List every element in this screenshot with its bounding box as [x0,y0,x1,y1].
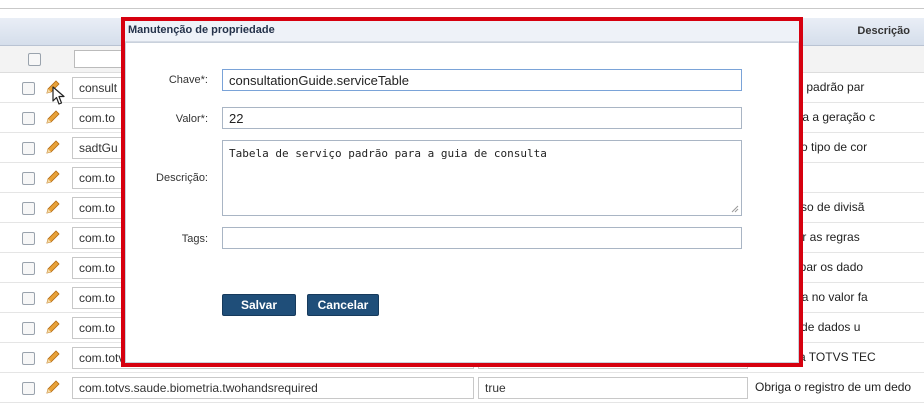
value-field[interactable]: 22 [222,107,742,129]
resize-grip-icon[interactable] [731,205,739,213]
key-cell-text: consult [79,81,118,95]
dialog-title-bar: Manutenção de propriedade [125,21,799,42]
key-cell-text: com.to [79,321,116,335]
row-checkbox[interactable] [22,172,35,185]
key-field-value: consultationGuide.serviceTable [229,73,409,88]
pencil-icon[interactable] [44,289,62,305]
tags-field[interactable] [222,227,742,249]
select-all-checkbox[interactable] [28,53,41,66]
row-checkbox[interactable] [22,352,35,365]
key-cell[interactable]: com.totvs.saude.biometria.twohandsrequir… [72,377,474,399]
pencil-icon[interactable] [44,349,62,365]
key-cell-text: com.to [79,291,116,305]
row-checkbox[interactable] [22,202,35,215]
key-cell-text: com.to [79,201,116,215]
key-cell-text: com.to [79,231,116,245]
key-cell-text: com.to [79,261,116,275]
dialog-body: Chave*: consultationGuide.serviceTable V… [125,42,799,363]
dialog-title: Manutenção de propriedade [128,24,275,36]
pencil-icon[interactable] [44,139,62,155]
table-row[interactable]: com.totvs.saude.biometria.twohandsrequir… [0,373,924,403]
save-button[interactable]: Salvar [222,294,296,316]
value-field-value: 22 [229,111,244,126]
row-checkbox[interactable] [22,232,35,245]
cancel-button[interactable]: Cancelar [307,294,379,316]
pencil-icon[interactable] [44,109,62,125]
key-cell-text: sadtGu [79,141,118,155]
description-cell-text: Obriga o registro de um dedo [755,380,912,394]
key-label: Chave*: [168,74,208,86]
key-cell-text: com.totvs.saude.biometria.twohandsrequir… [79,381,318,395]
description-textarea-value: Tabela de serviço padrão para a guia de … [229,147,547,160]
key-field[interactable]: consultationGuide.serviceTable [222,69,742,91]
pencil-icon[interactable] [44,259,62,275]
key-cell-text: com.to [79,171,116,185]
description-label: Descrição: [156,172,208,184]
row-checkbox[interactable] [22,82,35,95]
row-checkbox[interactable] [22,292,35,305]
row-checkbox[interactable] [22,142,35,155]
column-header-description[interactable]: Descrição [857,25,910,37]
key-cell-text: com.to [79,111,116,125]
value-cell-text: true [485,381,506,395]
row-checkbox[interactable] [22,262,35,275]
pencil-icon[interactable] [44,199,62,215]
value-label: Valor*: [175,113,208,125]
pencil-icon[interactable] [44,379,62,395]
row-checkbox[interactable] [22,322,35,335]
row-checkbox[interactable] [22,112,35,125]
top-divider [0,8,924,9]
value-cell[interactable]: true [478,377,748,399]
tags-label: Tags: [181,233,208,245]
pencil-icon[interactable] [44,229,62,245]
property-dialog: Manutenção de propriedade Chave*: consul… [121,17,803,367]
description-textarea[interactable]: Tabela de serviço padrão para a guia de … [222,140,742,216]
pencil-icon[interactable] [44,169,62,185]
pencil-icon[interactable] [44,319,62,335]
row-checkbox[interactable] [22,382,35,395]
mouse-cursor-icon [52,86,66,109]
